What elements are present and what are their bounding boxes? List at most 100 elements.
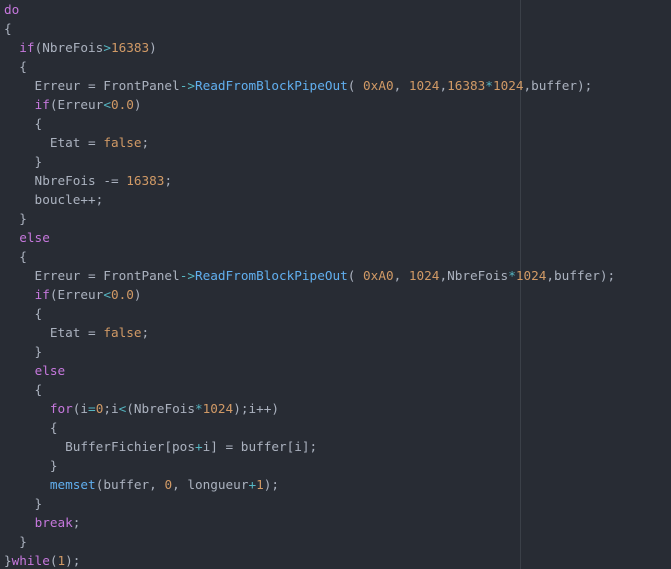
literal-token: 16383 xyxy=(110,40,150,55)
code-token: (buffer, xyxy=(95,477,165,492)
operator-token: + xyxy=(248,477,257,492)
operator-token: -> xyxy=(179,78,195,93)
code-line: NbreFois -= 16383; xyxy=(0,171,671,190)
code-token: } xyxy=(4,553,12,568)
code-token: NbreFois xyxy=(4,173,104,188)
code-line: Etat = false; xyxy=(0,133,671,152)
code-token: FrontPanel xyxy=(95,78,180,93)
code-line: break; xyxy=(0,513,671,532)
code-line: } xyxy=(0,494,671,513)
operator-token: * xyxy=(508,268,516,283)
code-line: if(Erreur<0.0) xyxy=(0,285,671,304)
code-line: Erreur = FrontPanel->ReadFromBlockPipeOu… xyxy=(0,266,671,285)
literal-token: 0xA0 xyxy=(363,78,394,93)
code-token: = xyxy=(88,325,96,340)
function-token: ReadFromBlockPipeOut xyxy=(194,78,348,93)
code-token: = xyxy=(88,268,96,283)
code-token: , longueur xyxy=(172,477,249,492)
operator-token: < xyxy=(103,287,111,302)
code-token: (i xyxy=(72,401,89,416)
operator-token: * xyxy=(195,401,203,416)
code-token: ) xyxy=(133,287,142,302)
code-token: { xyxy=(4,59,27,74)
code-token: (Erreur xyxy=(49,287,104,302)
code-line: } xyxy=(0,209,671,228)
code-token: { xyxy=(4,420,58,435)
code-token: ( xyxy=(347,268,364,283)
code-token: ; xyxy=(141,325,150,340)
code-token: = xyxy=(88,135,96,150)
code-line: Erreur = FrontPanel->ReadFromBlockPipeOu… xyxy=(0,76,671,95)
code-block[interactable]: do{ if(NbreFois>16383) { Erreur = FrontP… xyxy=(0,0,671,569)
literal-token: 0.0 xyxy=(110,287,134,302)
operator-token: > xyxy=(103,40,111,55)
code-line: else xyxy=(0,361,671,380)
code-token: ) xyxy=(133,97,142,112)
literal-token: false xyxy=(103,135,142,150)
literal-token: 1024 xyxy=(408,268,440,283)
code-line: } xyxy=(0,456,671,475)
code-token: ,buffer); xyxy=(546,268,616,283)
code-token: ); xyxy=(65,553,81,568)
code-line: for(i=0;i<(NbreFois*1024);i++) xyxy=(0,399,671,418)
literal-token: 1 xyxy=(256,477,264,492)
code-token: (Erreur xyxy=(49,97,104,112)
code-token: Etat xyxy=(4,135,89,150)
operator-token: + xyxy=(194,439,203,454)
literal-token: 16383 xyxy=(126,173,165,188)
code-token: } xyxy=(4,154,43,169)
code-token: Etat xyxy=(4,325,89,340)
code-token: , xyxy=(393,78,409,93)
code-token: (NbreFois xyxy=(34,40,104,55)
code-token: , xyxy=(393,268,409,283)
code-line: } xyxy=(0,342,671,361)
code-line: if(Erreur<0.0) xyxy=(0,95,671,114)
code-token: { xyxy=(4,306,43,321)
code-line: { xyxy=(0,380,671,399)
keyword-token: while xyxy=(11,553,50,568)
code-line: }while(1); xyxy=(0,551,671,569)
literal-token: false xyxy=(103,325,142,340)
code-token: ,NbreFois xyxy=(439,268,509,283)
function-token: memset xyxy=(49,477,96,492)
literal-token: 1024 xyxy=(492,78,524,93)
literal-token: 0.0 xyxy=(110,97,134,112)
code-token: i] xyxy=(202,439,226,454)
code-token: -= xyxy=(103,173,119,188)
keyword-token: else xyxy=(19,230,50,245)
literal-token: 1024 xyxy=(515,268,547,283)
code-line: { xyxy=(0,19,671,38)
literal-token: 1 xyxy=(57,553,66,568)
literal-token: 1024 xyxy=(202,401,234,416)
code-editor[interactable]: do{ if(NbreFois>16383) { Erreur = FrontP… xyxy=(0,0,671,569)
code-line: do xyxy=(0,0,671,19)
code-line: } xyxy=(0,152,671,171)
code-line: Etat = false; xyxy=(0,323,671,342)
code-token: } xyxy=(4,534,27,549)
code-token: FrontPanel xyxy=(95,268,180,283)
code-token: );i++) xyxy=(233,401,280,416)
operator-token: < xyxy=(103,97,111,112)
code-token: ,buffer); xyxy=(523,78,593,93)
keyword-token: if xyxy=(34,97,50,112)
code-token: } xyxy=(4,496,43,511)
keyword-token: else xyxy=(34,363,66,378)
code-token: (NbreFois xyxy=(126,401,195,416)
literal-token: 16383 xyxy=(447,78,486,93)
code-token: Erreur xyxy=(4,78,89,93)
code-token: ) xyxy=(149,40,157,55)
code-line: else xyxy=(0,228,671,247)
literal-token: 1024 xyxy=(408,78,440,93)
code-token: ); xyxy=(263,477,280,492)
code-line: boucle++; xyxy=(0,190,671,209)
code-line: { xyxy=(0,247,671,266)
function-token: ReadFromBlockPipeOut xyxy=(194,268,348,283)
code-line: { xyxy=(0,114,671,133)
code-token: { xyxy=(4,249,27,264)
